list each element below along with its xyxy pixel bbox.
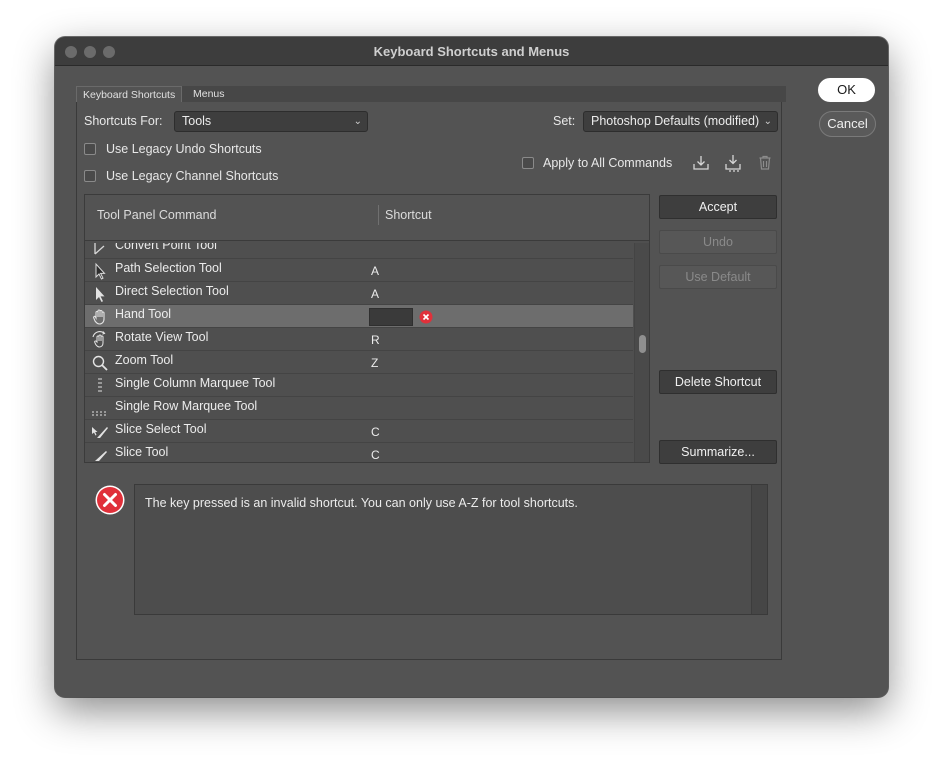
message-box: The key pressed is an invalid shortcut. … xyxy=(134,484,768,615)
table-row[interactable]: Slice Select Tool C xyxy=(85,420,633,443)
row-name: Path Selection Tool xyxy=(115,261,222,275)
shortcut-table: Tool Panel Command Shortcut Convert Poin… xyxy=(84,194,650,463)
legacy-channel-checkbox[interactable] xyxy=(84,170,96,182)
row-name: Convert Point Tool xyxy=(115,243,217,252)
tab-keyboard-shortcuts[interactable]: Keyboard Shortcuts xyxy=(76,86,183,102)
set-value: Photoshop Defaults (modified) xyxy=(591,114,760,128)
shortcut-edit-field[interactable] xyxy=(369,308,413,326)
ok-button[interactable]: OK xyxy=(817,77,876,103)
set-select[interactable]: Photoshop Defaults (modified) ⌄ xyxy=(583,111,778,132)
row-shortcut: A xyxy=(371,264,380,278)
summarize-button[interactable]: Summarize... xyxy=(659,440,777,464)
tab-menus[interactable]: Menus xyxy=(187,86,231,102)
row-name: Slice Tool xyxy=(115,445,169,459)
row-name: Rotate View Tool xyxy=(115,330,209,344)
slice-icon xyxy=(91,446,109,462)
hand-icon xyxy=(91,308,109,326)
slice-select-icon xyxy=(91,423,109,441)
window-title: Keyboard Shortcuts and Menus xyxy=(373,44,570,59)
message-scrollbar[interactable] xyxy=(751,485,767,614)
row-name: Hand Tool xyxy=(115,307,172,321)
table-row-selected[interactable]: Hand Tool xyxy=(85,305,633,328)
rotate-view-icon xyxy=(91,331,109,349)
row-shortcut: A xyxy=(371,287,380,301)
row-shortcut: C xyxy=(371,425,380,439)
cancel-button[interactable]: Cancel xyxy=(819,111,876,137)
row-name: Direct Selection Tool xyxy=(115,284,229,298)
apply-all-checkbox[interactable] xyxy=(522,157,534,169)
table-row[interactable]: Slice Tool C xyxy=(85,443,633,462)
dialog-window: Keyboard Shortcuts and Menus Keyboard Sh… xyxy=(55,37,888,697)
row-name: Single Row Marquee Tool xyxy=(115,399,258,413)
message-text: The key pressed is an invalid shortcut. … xyxy=(145,496,578,510)
row-name: Single Column Marquee Tool xyxy=(115,376,276,390)
use-default-button[interactable]: Use Default xyxy=(659,265,777,289)
accept-button[interactable]: Accept xyxy=(659,195,777,219)
delete-set-icon[interactable] xyxy=(755,153,775,173)
legacy-channel-label: Use Legacy Channel Shortcuts xyxy=(106,169,279,183)
convert-point-icon xyxy=(91,243,109,257)
single-row-marquee-icon xyxy=(91,400,109,418)
column-header-command: Tool Panel Command xyxy=(97,208,217,222)
title-bar: Keyboard Shortcuts and Menus xyxy=(55,37,888,66)
row-shortcut: R xyxy=(371,333,380,347)
shortcuts-for-select[interactable]: Tools ⌄ xyxy=(174,111,368,132)
column-header-shortcut: Shortcut xyxy=(385,208,432,222)
table-row[interactable]: Direct Selection Tool A xyxy=(85,282,633,305)
legacy-undo-checkbox[interactable] xyxy=(84,143,96,155)
set-label: Set: xyxy=(553,114,576,128)
row-name: Zoom Tool xyxy=(115,353,174,367)
table-row[interactable]: Single Column Marquee Tool xyxy=(85,374,633,397)
clear-shortcut-icon[interactable] xyxy=(419,310,433,324)
table-row[interactable]: Rotate View Tool R xyxy=(85,328,633,351)
table-row[interactable]: Convert Point Tool xyxy=(85,243,633,259)
table-header: Tool Panel Command Shortcut xyxy=(85,195,649,241)
apply-all-label: Apply to All Commands xyxy=(543,156,673,170)
tab-bar: Keyboard Shortcuts Menus xyxy=(76,86,786,102)
row-name: Slice Select Tool xyxy=(115,422,207,436)
delete-shortcut-button[interactable]: Delete Shortcut xyxy=(659,370,777,394)
direct-selection-icon xyxy=(91,285,109,303)
column-divider[interactable] xyxy=(378,205,379,225)
table-rows: Convert Point Tool Path Selection Tool A… xyxy=(85,243,633,462)
shortcuts-for-label: Shortcuts For: xyxy=(84,114,163,128)
chevron-down-icon: ⌄ xyxy=(353,116,362,127)
single-column-marquee-icon xyxy=(91,377,109,395)
table-row[interactable]: Single Row Marquee Tool xyxy=(85,397,633,420)
legacy-undo-label: Use Legacy Undo Shortcuts xyxy=(106,142,262,156)
row-shortcut: Z xyxy=(371,356,379,370)
zoom-icon xyxy=(91,354,109,372)
table-scrollbar-thumb[interactable] xyxy=(639,335,646,353)
error-icon xyxy=(95,485,125,515)
save-set-as-icon[interactable] xyxy=(723,153,743,173)
save-set-icon[interactable] xyxy=(691,153,711,173)
row-shortcut: C xyxy=(371,448,380,462)
table-row[interactable]: Path Selection Tool A xyxy=(85,259,633,282)
table-scrollbar[interactable] xyxy=(634,243,649,462)
table-row[interactable]: Zoom Tool Z xyxy=(85,351,633,374)
chevron-down-icon: ⌄ xyxy=(763,116,772,127)
undo-button[interactable]: Undo xyxy=(659,230,777,254)
path-selection-icon xyxy=(91,262,109,280)
shortcuts-for-value: Tools xyxy=(182,114,212,128)
